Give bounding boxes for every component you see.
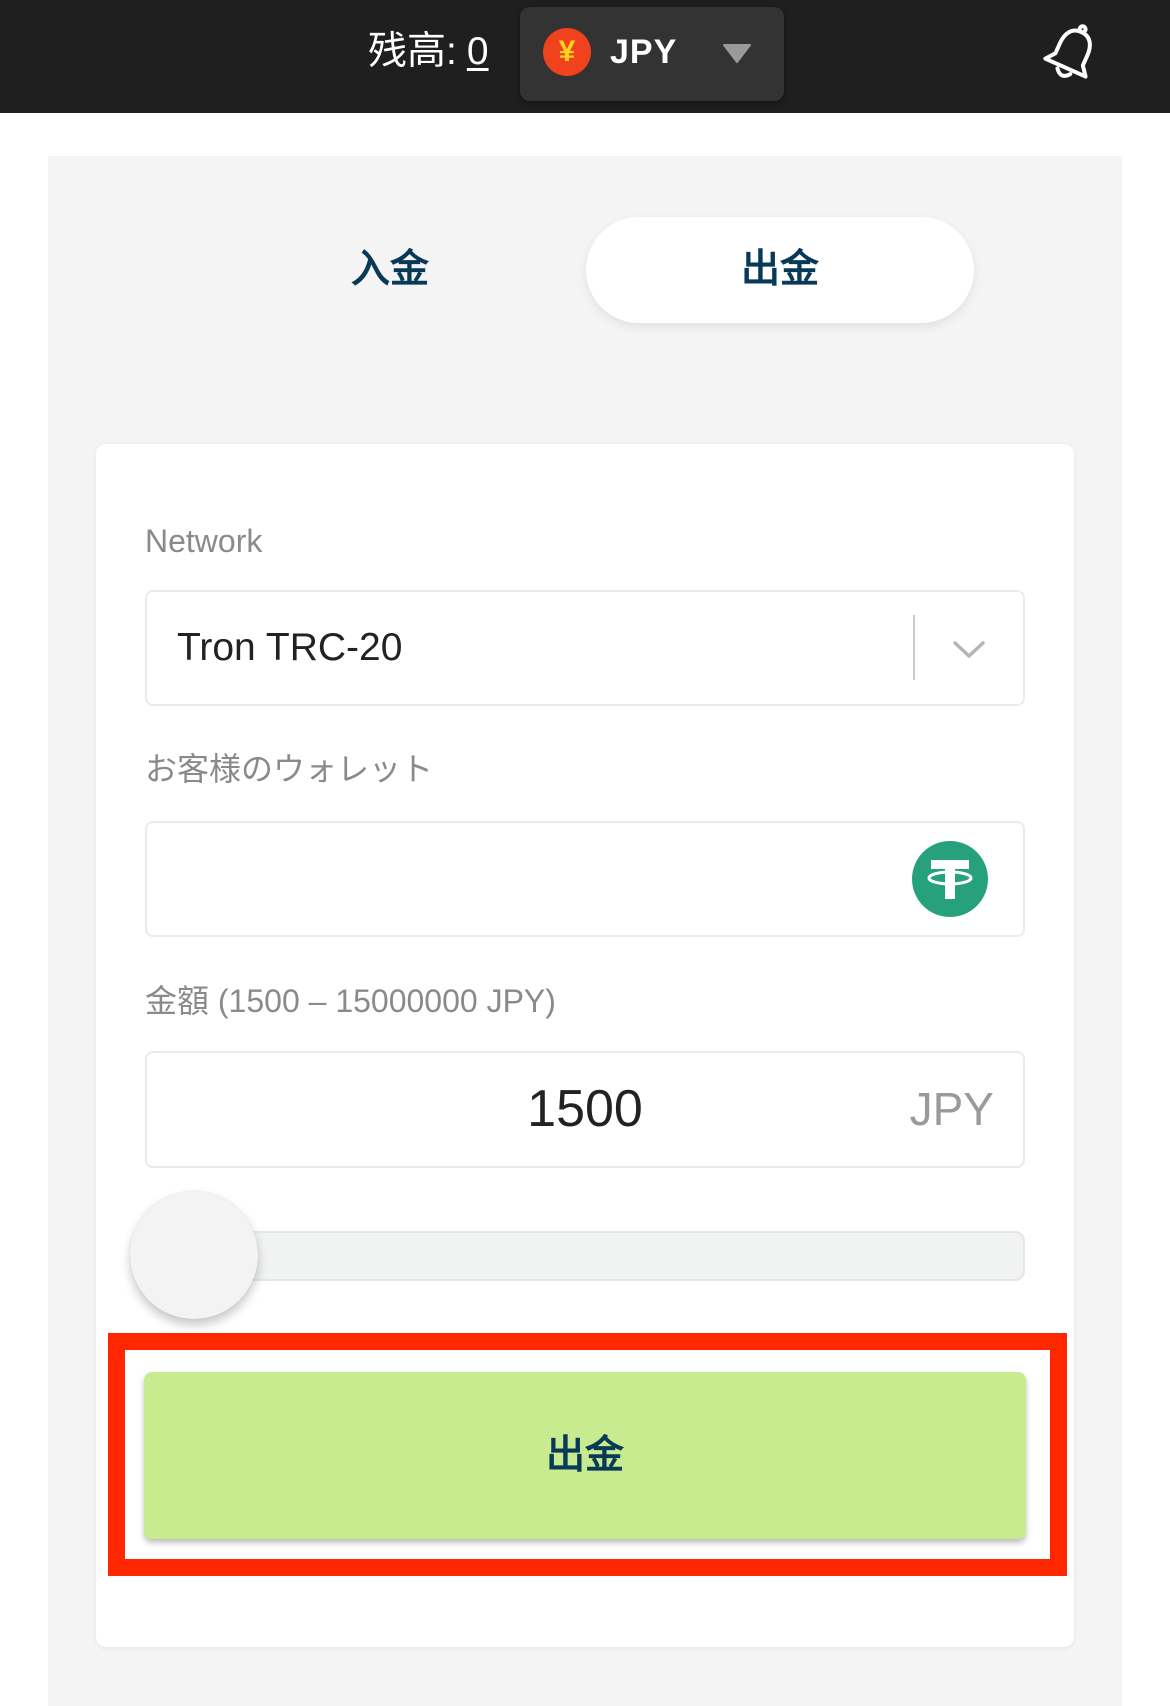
wallet-label: お客様のウォレット [145,751,434,787]
amount-label: 金額 (1500 – 15000000 JPY) [145,983,556,1019]
amount-value[interactable]: 1500 [147,1053,1023,1166]
network-select[interactable]: Tron TRC-20 [145,590,1025,706]
yen-icon: ¥ [543,28,591,76]
tether-icon [912,841,988,917]
tab-withdraw[interactable]: 出金 [586,217,974,323]
amount-slider-track[interactable] [145,1231,1025,1281]
currency-selector[interactable]: ¥ JPY [520,7,784,101]
bell-icon[interactable] [1040,20,1104,86]
network-selected-value: Tron TRC-20 [177,626,403,669]
balance-value[interactable]: 0 [467,30,489,73]
wallet-input[interactable] [147,823,887,935]
balance-label: 残高: [368,30,457,73]
amount-slider-thumb[interactable] [130,1191,258,1319]
amount-unit: JPY [909,1083,994,1135]
currency-code: JPY [610,33,678,71]
withdraw-button[interactable]: 出金 [144,1372,1026,1539]
caret-down-icon [723,44,751,63]
chevron-down-icon[interactable] [952,638,986,660]
select-separator [913,615,915,680]
wallet-field[interactable] [145,821,1025,937]
network-label: Network [145,523,263,559]
balance-display: 残高: 0 [368,30,489,74]
tab-deposit[interactable]: 入金 [260,217,520,323]
top-bar: 残高: 0 ¥ JPY [0,0,1170,113]
amount-field[interactable]: 1500 JPY [145,1051,1025,1168]
